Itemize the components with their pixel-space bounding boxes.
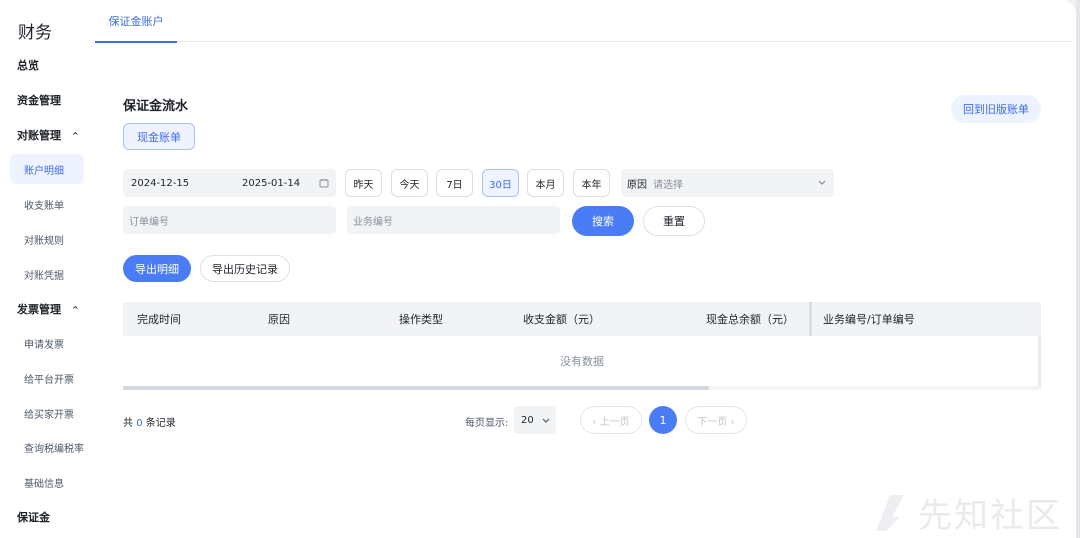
- range-month-button[interactable]: 本月: [527, 169, 564, 197]
- window-edge: [1076, 0, 1080, 538]
- column-header: 完成时间: [137, 313, 181, 326]
- sidebar-item-vouchers[interactable]: 对账凭据: [0, 259, 95, 289]
- reset-button[interactable]: 重置: [643, 206, 705, 236]
- table-body: 没有数据: [123, 336, 1041, 388]
- app-title: 财务: [18, 23, 52, 43]
- reason-label: 原因: [627, 179, 647, 191]
- business-number-placeholder: 业务编号: [353, 216, 393, 228]
- sidebar-item-reconcile[interactable]: 对账管理 ^: [0, 120, 95, 150]
- watermark: 先知社区: [872, 488, 1062, 537]
- reason-select[interactable]: 原因 请选择: [621, 169, 834, 197]
- sidebar-item-account-detail[interactable]: 账户明细: [10, 154, 84, 184]
- sidebar-item-overview[interactable]: 总览: [0, 50, 95, 80]
- business-number-input[interactable]: 业务编号: [347, 206, 560, 234]
- sidebar-item-platform-invoice[interactable]: 给平台开票: [0, 363, 95, 393]
- cash-bill-tab[interactable]: 现金账单: [123, 123, 195, 150]
- total-records: 共 0 条记录: [123, 414, 176, 429]
- range-7d-button[interactable]: 7日: [436, 169, 473, 197]
- total-suffix: 条记录: [145, 418, 176, 429]
- chevron-down-icon: [818, 180, 826, 185]
- column-header: 操作类型: [399, 313, 443, 326]
- sidebar-item-label: 申请发票: [24, 339, 64, 351]
- page-size-select[interactable]: 20: [514, 406, 556, 434]
- sidebar-item-label: 基础信息: [24, 478, 64, 490]
- old-version-button[interactable]: 回到旧版账单: [951, 95, 1041, 123]
- sidebar-item-label: 总览: [17, 59, 39, 72]
- sidebar-item-apply-invoice[interactable]: 申请发票: [0, 328, 95, 358]
- empty-state-text: 没有数据: [560, 355, 604, 368]
- page-title: 保证金流水: [123, 99, 189, 114]
- export-detail-button[interactable]: 导出明细: [123, 255, 191, 282]
- sidebar-item-label: 给平台开票: [24, 374, 74, 386]
- horizontal-scrollbar[interactable]: [123, 386, 1041, 390]
- chevron-up-icon: ^: [72, 130, 79, 140]
- tab-bar: 保证金账户: [95, 0, 1072, 43]
- calendar-icon: [319, 179, 329, 188]
- fixed-column-divider: [809, 302, 812, 336]
- tab-label: 保证金账户: [108, 15, 164, 28]
- sidebar-item-label: 收支账单: [24, 200, 64, 212]
- column-header: 原因: [268, 313, 290, 326]
- order-number-placeholder: 订单编号: [129, 216, 169, 228]
- sidebar-item-label: 对账管理: [17, 129, 61, 142]
- scrollbar-thumb[interactable]: [123, 386, 709, 390]
- sidebar-item-tax-query[interactable]: 查询税编税率: [0, 432, 95, 462]
- search-button[interactable]: 搜索: [572, 206, 634, 236]
- end-date[interactable]: 2025-01-14: [242, 178, 300, 189]
- sidebar-item-basic-info[interactable]: 基础信息: [0, 467, 95, 497]
- sidebar-item-label: 资金管理: [17, 94, 61, 107]
- sidebar-item-label: 给买家开票: [24, 409, 74, 421]
- chevron-up-icon: ^: [72, 304, 79, 314]
- sidebar-item-deposit[interactable]: 保证金: [0, 502, 95, 532]
- sidebar-item-label: 保证金: [17, 511, 50, 524]
- total-prefix: 共: [123, 418, 133, 429]
- range-year-button[interactable]: 本年: [573, 169, 610, 197]
- page-size-label: 每页显示:: [465, 418, 509, 429]
- sidebar-item-buyer-invoice[interactable]: 给买家开票: [0, 398, 95, 428]
- sidebar-item-invoice[interactable]: 发票管理 ^: [0, 294, 95, 324]
- start-date[interactable]: 2024-12-15: [131, 178, 189, 189]
- sidebar-item-label: 查询税编税率: [24, 443, 84, 455]
- range-30d-button[interactable]: 30日: [482, 169, 519, 197]
- page-number-button[interactable]: 1: [649, 406, 677, 434]
- sidebar-item-label: 发票管理: [17, 303, 61, 316]
- column-header: 收支金额（元）: [523, 313, 600, 326]
- watermark-text: 先知社区: [918, 496, 1062, 536]
- sidebar-item-label: 账户明细: [24, 165, 64, 177]
- column-header: 现金总余额（元）: [706, 313, 794, 326]
- sidebar-item-rules[interactable]: 对账规则: [0, 224, 95, 254]
- watermark-logo-icon: [876, 494, 904, 531]
- reason-placeholder: 请选择: [653, 179, 683, 191]
- tab-deposit-account[interactable]: 保证金账户: [95, 0, 177, 43]
- total-count: 0: [136, 418, 143, 429]
- page-size-value: 20: [521, 414, 534, 426]
- sidebar-item-label: 对账规则: [24, 235, 64, 247]
- export-history-button[interactable]: 导出历史记录: [200, 255, 290, 282]
- sidebar-item-income-bill[interactable]: 收支账单: [0, 189, 95, 219]
- next-page-button[interactable]: 下一页 ›: [685, 406, 747, 434]
- sidebar-item-label: 对账凭据: [24, 270, 64, 282]
- sidebar: 财务 总览 资金管理 对账管理 ^ 账户明细 收支账单 对账规则 对账凭据 发票…: [0, 0, 95, 538]
- vertical-scrollbar[interactable]: [1038, 336, 1041, 390]
- table-header: 完成时间 原因 操作类型 收支金额（元） 现金总余额（元） 业务编号/订单编号: [123, 302, 1041, 336]
- column-header: 业务编号/订单编号: [823, 313, 915, 326]
- prev-page-button[interactable]: ‹ 上一页: [580, 406, 642, 434]
- date-range-picker[interactable]: 2024-12-15 2025-01-14: [123, 169, 336, 197]
- range-today-button[interactable]: 今天: [391, 169, 428, 197]
- chevron-down-icon: [542, 418, 550, 423]
- tab-active-indicator: [95, 41, 177, 43]
- order-number-input[interactable]: 订单编号: [123, 206, 336, 234]
- app-frame: 财务 总览 资金管理 对账管理 ^ 账户明细 收支账单 对账规则 对账凭据 发票…: [0, 0, 1076, 538]
- sidebar-item-funds[interactable]: 资金管理: [0, 85, 95, 115]
- range-yesterday-button[interactable]: 昨天: [345, 169, 382, 197]
